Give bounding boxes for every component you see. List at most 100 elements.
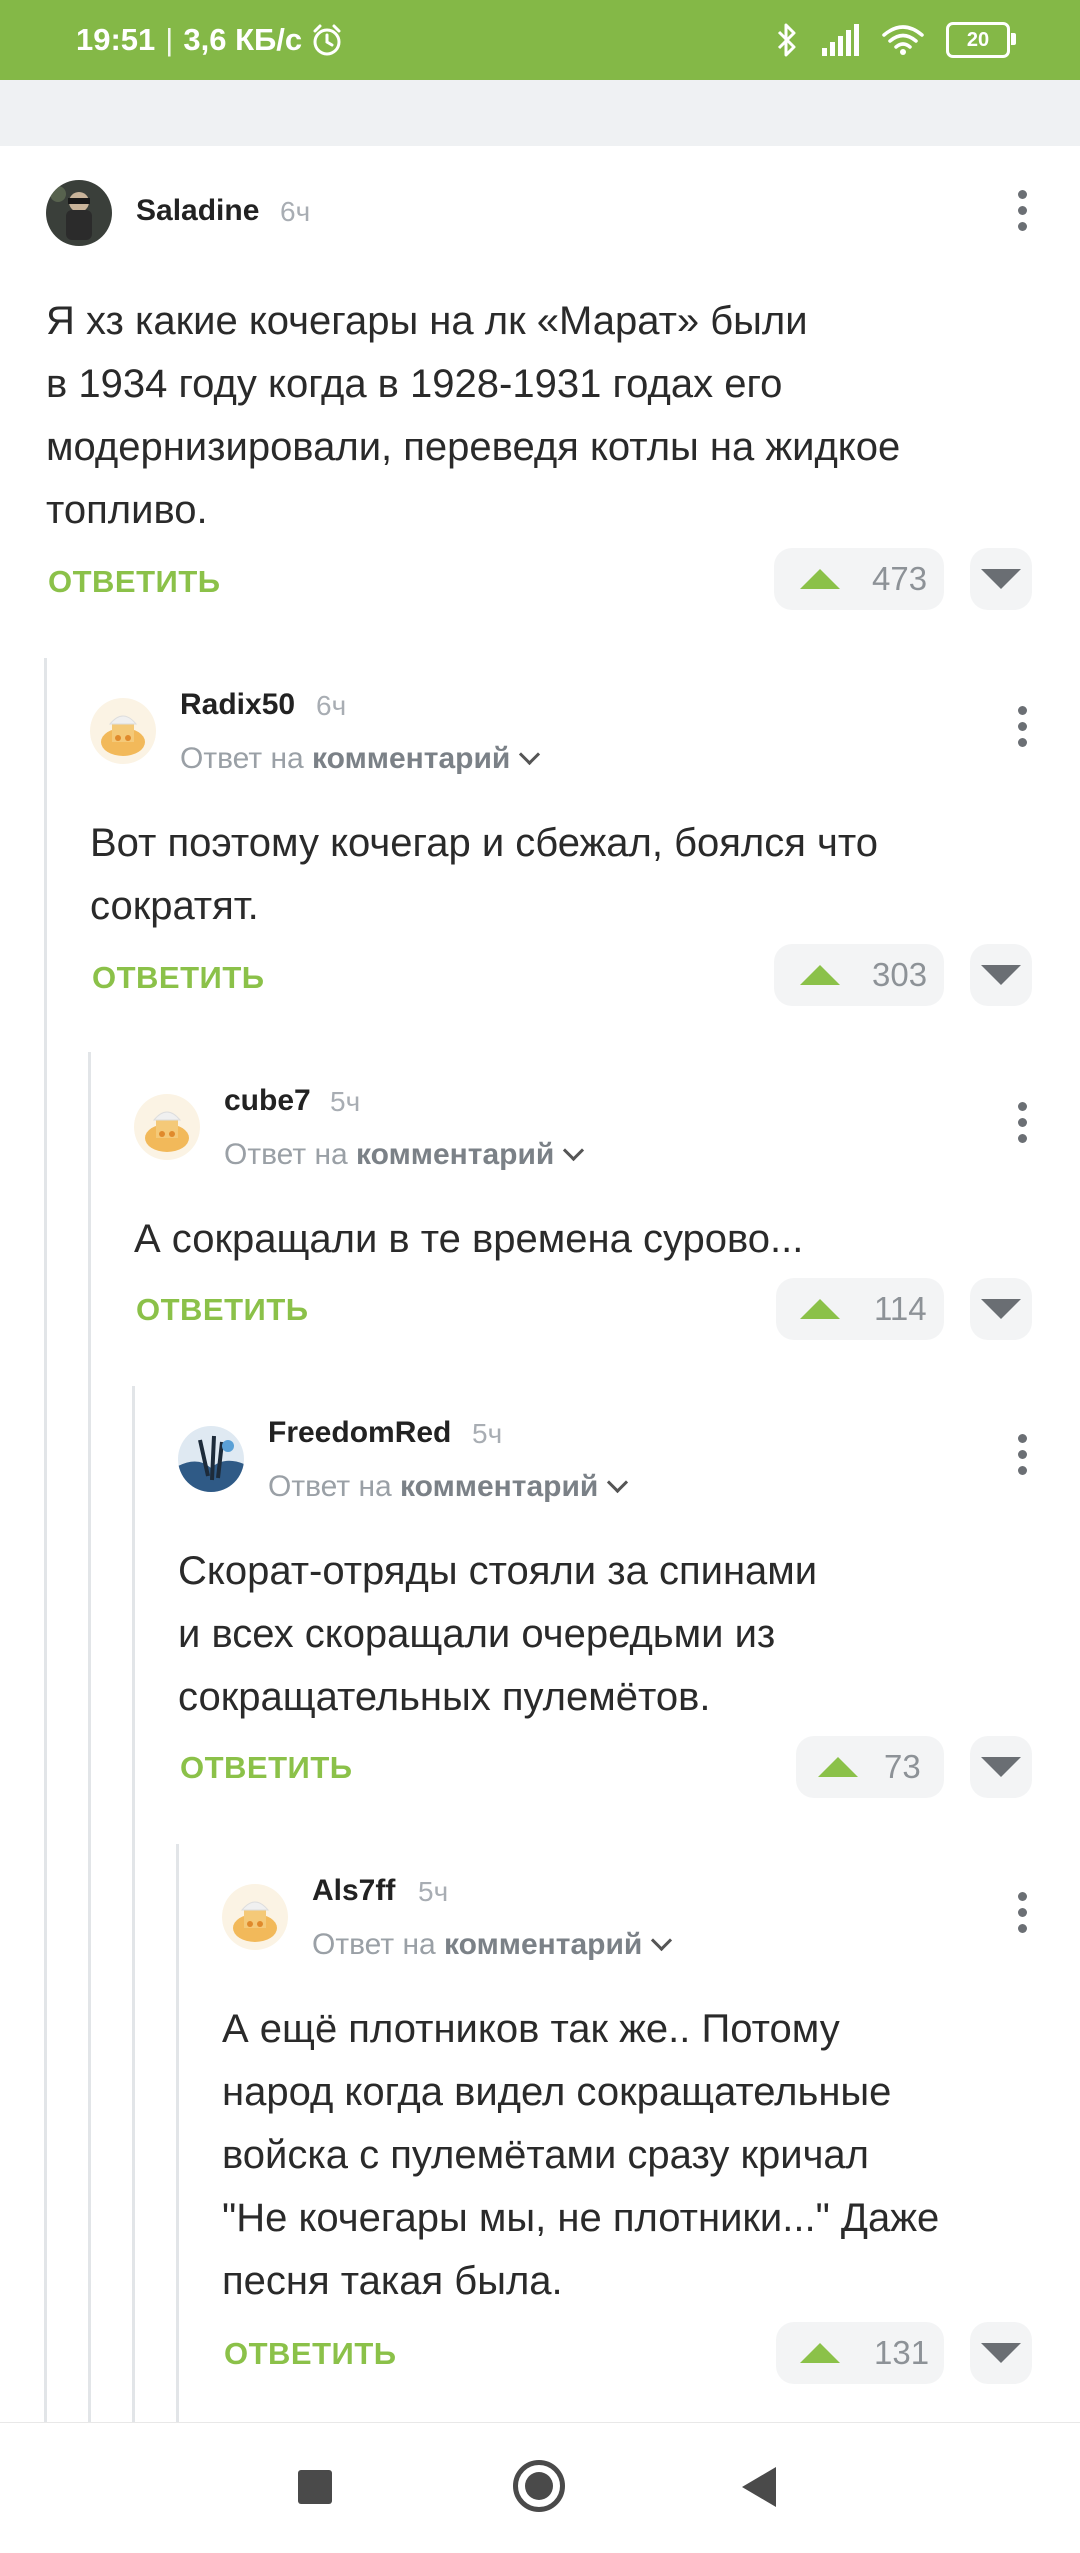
reply-to-prefix: Ответ на xyxy=(224,1138,357,1171)
downvote-icon xyxy=(981,2343,1021,2363)
chevron-down-icon xyxy=(607,1471,629,1494)
vote-score: 303 xyxy=(872,956,928,993)
author-name[interactable]: Saladine xyxy=(136,194,259,228)
battery-level: 20 xyxy=(966,28,990,51)
reply-to-link[interactable]: Ответ на комментарий xyxy=(268,1470,629,1504)
comment-text-line: Я хз какие кочегары на лк «Марат» были xyxy=(46,299,808,343)
comment-text: Я хз какие кочегары на лк «Марат» были в… xyxy=(46,290,900,542)
comment-text: А сокращали в те времена сурово... xyxy=(134,1208,803,1271)
status-network-speed: 3,6 КБ/с xyxy=(183,22,303,57)
chevron-down-icon xyxy=(563,1139,585,1162)
upvote-button[interactable]: 303 xyxy=(774,944,944,1006)
avatar[interactable] xyxy=(134,1094,200,1160)
thread-line xyxy=(132,1386,135,2422)
home-icon[interactable] xyxy=(513,2460,565,2512)
avatar[interactable] xyxy=(178,1426,244,1492)
comment-text-line: Вот поэтому кочегар и сбежал, боялся что xyxy=(90,821,878,865)
reply-button[interactable]: ОТВЕТИТЬ xyxy=(224,2336,397,2372)
reply-to-link[interactable]: Ответ на комментарий xyxy=(312,1928,673,1962)
downvote-icon xyxy=(981,569,1021,589)
comment-text-line: Скорат-отряды стояли за спинами xyxy=(178,1549,818,1593)
comment-text-line: А ещё плотников так же.. Потому xyxy=(222,2007,840,2051)
comment-text-line: в 1934 году когда в 1928-1931 годах его xyxy=(46,362,783,406)
system-navigation-bar xyxy=(0,2422,1080,2553)
author-name[interactable]: cube7 xyxy=(224,1084,311,1118)
comment-text-line: "Не кочегары мы, не плотники..." Даже xyxy=(222,2196,940,2240)
downvote-icon xyxy=(981,965,1021,985)
downvote-icon xyxy=(981,1757,1021,1777)
comment-text: Скорат-отряды стояли за спинами и всех с… xyxy=(178,1540,817,1729)
battery-icon: 20 xyxy=(946,22,1016,58)
comment-text-line: войска с пулемётами сразу кричал xyxy=(222,2133,869,2177)
downvote-button[interactable] xyxy=(970,2322,1032,2384)
upvote-button[interactable]: 473 xyxy=(774,548,944,610)
comment-time: 6ч xyxy=(316,690,347,721)
vote-score: 473 xyxy=(872,560,928,597)
more-options-icon[interactable] xyxy=(1007,1424,1037,1484)
more-options-icon[interactable] xyxy=(1007,180,1037,240)
reply-to-link[interactable]: Ответ на комментарий xyxy=(180,742,541,776)
more-options-icon[interactable] xyxy=(1007,1882,1037,1942)
reply-button[interactable]: ОТВЕТИТЬ xyxy=(180,1750,353,1786)
alarm-icon xyxy=(313,24,341,56)
status-bar: 19:51 | 3,6 КБ/с 20 xyxy=(0,0,1080,80)
upvote-icon xyxy=(800,965,840,985)
comment-text: А ещё плотников так же.. Потому народ ко… xyxy=(222,1998,939,2313)
thread-line xyxy=(44,658,47,2422)
comment-text-line: сокращательных пулемётов. xyxy=(178,1675,711,1719)
status-separator: | xyxy=(165,22,174,57)
avatar[interactable] xyxy=(222,1884,288,1950)
downvote-button[interactable] xyxy=(970,548,1032,610)
comment-text-line: народ когда видел сокращательные xyxy=(222,2070,892,2114)
downvote-icon xyxy=(981,1299,1021,1319)
status-time: 19:51 xyxy=(76,22,156,57)
reply-to-target: комментарий xyxy=(400,1470,599,1503)
comment-time: 5ч xyxy=(418,1876,449,1907)
reply-to-target: комментарий xyxy=(312,742,511,775)
upvote-button[interactable]: 73 xyxy=(796,1736,944,1798)
downvote-button[interactable] xyxy=(970,1736,1032,1798)
wifi-icon xyxy=(882,25,924,55)
avatar[interactable] xyxy=(46,180,112,246)
comment-time: 6ч xyxy=(280,196,311,227)
chevron-down-icon xyxy=(651,1929,673,1952)
downvote-button[interactable] xyxy=(970,944,1032,1006)
upvote-icon xyxy=(800,2343,840,2363)
reply-button[interactable]: ОТВЕТИТЬ xyxy=(136,1292,309,1328)
comment-text-line: и всех скоращали очередьми из xyxy=(178,1612,776,1656)
avatar[interactable] xyxy=(90,698,156,764)
back-icon[interactable] xyxy=(742,2467,776,2507)
upvote-button[interactable]: 131 xyxy=(776,2322,944,2384)
bluetooth-icon xyxy=(777,23,796,57)
reply-to-prefix: Ответ на xyxy=(268,1470,401,1503)
reply-button[interactable]: ОТВЕТИТЬ xyxy=(92,960,265,996)
vote-score: 114 xyxy=(874,1290,927,1327)
reply-button[interactable]: ОТВЕТИТЬ xyxy=(48,564,221,600)
comment-text-line: песня такая была. xyxy=(222,2259,563,2303)
author-name[interactable]: Radix50 xyxy=(180,688,295,722)
upvote-button[interactable]: 114 xyxy=(776,1278,944,1340)
upvote-icon xyxy=(818,1757,858,1777)
vote-score: 73 xyxy=(884,1748,921,1785)
author-name[interactable]: FreedomRed xyxy=(268,1416,451,1450)
recent-apps-icon[interactable] xyxy=(298,2470,332,2504)
signal-icon xyxy=(822,24,859,56)
comment-text-line: модернизировали, переведя котлы на жидко… xyxy=(46,425,901,469)
reply-to-target: комментарий xyxy=(356,1138,555,1171)
comment-text-line: топливо. xyxy=(46,488,208,532)
thread-line xyxy=(176,1844,179,2422)
more-options-icon[interactable] xyxy=(1007,1092,1037,1152)
downvote-button[interactable] xyxy=(970,1278,1032,1340)
vote-score: 131 xyxy=(874,2334,930,2371)
upvote-icon xyxy=(800,1299,840,1319)
reply-to-prefix: Ответ на xyxy=(180,742,313,775)
comment-text-line: А сокращали в те времена сурово... xyxy=(134,1217,804,1261)
reply-to-link[interactable]: Ответ на комментарий xyxy=(224,1138,585,1172)
thread-line xyxy=(88,1052,91,2422)
comment-time: 5ч xyxy=(330,1086,361,1117)
more-options-icon[interactable] xyxy=(1007,696,1037,756)
author-name[interactable]: Als7ff xyxy=(312,1874,395,1908)
chevron-down-icon xyxy=(519,743,541,766)
top-divider-bar xyxy=(0,80,1080,146)
comment-time: 5ч xyxy=(472,1418,503,1449)
